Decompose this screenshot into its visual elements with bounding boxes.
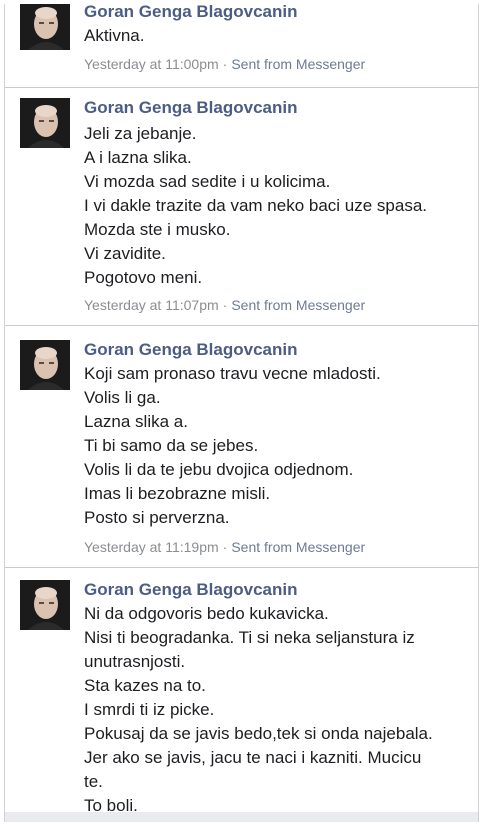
message-line: Aktivna.: [84, 26, 145, 45]
separator: ·: [222, 539, 228, 555]
message-line: te.: [84, 772, 103, 791]
message-line: I vi dakle trazite da vam neko baci uze …: [84, 196, 428, 215]
message-item: Goran Genga Blagovcanin Koji sam pronaso…: [5, 326, 478, 568]
message-meta: Yesterday at 11:19pm · Sent from Messenger: [84, 538, 365, 556]
message-line: Pokusaj da se javis bedo,tek si onda naj…: [84, 724, 433, 743]
sender-name[interactable]: Goran Genga Blagovcanin: [84, 98, 298, 118]
message-line: Imas li bezobrazne misli.: [84, 484, 271, 503]
message-line: Koji sam pronaso travu vecne mladosti.: [84, 364, 381, 383]
message-line: Posto si perverzna.: [84, 508, 230, 527]
message-meta: Yesterday at 11:00pm · Sent from Messenger: [84, 55, 365, 73]
message-body: Koji sam pronaso travu vecne mladosti. V…: [84, 362, 470, 530]
timestamp[interactable]: Yesterday at 11:00pm: [84, 56, 219, 72]
message-line: Nisi ti beogradanka. Ti si neka seljanst…: [84, 628, 415, 647]
message-thread: Goran Genga Blagovcanin Aktivna. Yesterd…: [4, 4, 479, 822]
avatar-photo-icon: [20, 4, 70, 50]
message-line: Mozda ste i musko.: [84, 220, 231, 239]
source-label: Sent from Messenger: [231, 56, 366, 72]
message-line: Vi mozda sad sedite i u kolicima.: [84, 172, 331, 191]
sender-name[interactable]: Goran Genga Blagovcanin: [84, 4, 298, 22]
message-item: Goran Genga Blagovcanin Aktivna. Yesterd…: [5, 4, 478, 88]
message-line: Lazna slika a.: [84, 412, 188, 431]
message-meta: Yesterday at 11:07pm · Sent from Messenger: [84, 296, 365, 314]
timestamp[interactable]: Yesterday at 11:07pm: [84, 297, 219, 313]
avatar[interactable]: [20, 4, 70, 50]
message-line: Volis li da te jebu dvojica odjednom.: [84, 460, 354, 479]
message-line: unutrasnjosti.: [84, 652, 186, 671]
separator: ·: [222, 56, 228, 72]
scroll-edge: [5, 812, 478, 822]
avatar[interactable]: [20, 98, 70, 148]
avatar-photo-icon: [20, 580, 70, 630]
message-line: Volis li ga.: [84, 388, 161, 407]
avatar-photo-icon: [20, 98, 70, 148]
message-body: Jeli za jebanje. A i lazna slika. Vi moz…: [84, 122, 470, 290]
message-line: A i lazna slika.: [84, 148, 192, 167]
message-line: Pogotovo meni.: [84, 268, 203, 287]
message-line: Jeli za jebanje.: [84, 124, 197, 143]
message-line: Ti bi samo da se jebes.: [84, 436, 259, 455]
message-line: Ni da odgovoris bedo kukavicka.: [84, 604, 329, 623]
avatar[interactable]: [20, 340, 70, 390]
message-line: Sta kazes na to.: [84, 676, 206, 695]
message-item: Goran Genga Blagovcanin Jeli za jebanje.…: [5, 88, 478, 326]
separator: ·: [222, 297, 228, 313]
message-body: Ni da odgovoris bedo kukavicka. Nisi ti …: [84, 602, 470, 818]
timestamp[interactable]: Yesterday at 11:19pm: [84, 539, 219, 555]
sender-name[interactable]: Goran Genga Blagovcanin: [84, 340, 298, 360]
source-label: Sent from Messenger: [231, 539, 366, 555]
avatar[interactable]: [20, 580, 70, 630]
sender-name[interactable]: Goran Genga Blagovcanin: [84, 580, 298, 600]
message-item: Goran Genga Blagovcanin Ni da odgovoris …: [5, 568, 478, 822]
message-line: I smrdi ti iz picke.: [84, 700, 215, 719]
message-line: Jer ako se javis, jacu te naci i kazniti…: [84, 748, 422, 767]
message-line: Vi zavidite.: [84, 244, 166, 263]
source-label: Sent from Messenger: [231, 297, 366, 313]
message-body: Aktivna.: [84, 24, 470, 48]
avatar-photo-icon: [20, 340, 70, 390]
